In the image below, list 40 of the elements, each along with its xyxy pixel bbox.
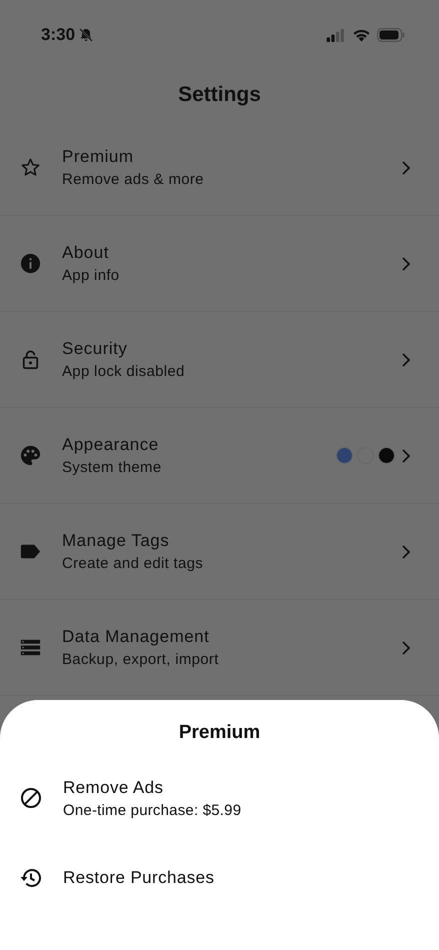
wifi-icon <box>352 28 371 42</box>
chevron-right-icon <box>401 544 411 560</box>
row-subtitle: Remove ads & more <box>62 171 205 188</box>
row-title: Data Management <box>62 627 210 647</box>
row-title: Manage Tags <box>62 531 170 551</box>
row-subtitle: Backup, export, import <box>62 651 220 668</box>
row-subtitle: System theme <box>62 459 162 476</box>
chevron-right-icon <box>401 160 411 176</box>
palette-icon <box>19 444 42 467</box>
bell-slash-icon <box>78 27 94 43</box>
battery-icon <box>377 28 405 42</box>
settings-row[interactable]: Appearance System theme <box>0 408 439 504</box>
settings-row[interactable]: Premium Remove ads & more <box>0 120 439 216</box>
chevron-right-icon <box>401 256 411 272</box>
row-title: Appearance <box>62 435 160 455</box>
option-subtitle: One-time purchase: $5.99 <box>63 802 242 818</box>
signal-icon <box>326 28 346 42</box>
settings-row[interactable]: Data Management Backup, export, import <box>0 600 439 696</box>
row-title: About <box>62 243 110 263</box>
status-time: 3:30 <box>41 25 76 45</box>
row-subtitle: App lock disabled <box>62 363 186 380</box>
info-icon <box>19 252 42 275</box>
sheet-option[interactable]: Restore Purchases <box>0 838 439 918</box>
prohibited-icon <box>19 786 43 810</box>
option-title: Restore Purchases <box>63 868 216 888</box>
settings-row[interactable]: Manage Tags Create and edit tags <box>0 504 439 600</box>
sheet-option[interactable]: Remove Ads One-time purchase: $5.99 <box>0 758 439 838</box>
history-icon <box>19 866 43 890</box>
row-title: Security <box>62 339 128 359</box>
settings-row[interactable]: About App info <box>0 216 439 312</box>
chevron-right-icon <box>401 448 411 464</box>
chevron-right-icon <box>401 640 411 656</box>
row-subtitle: App info <box>62 267 120 284</box>
row-subtitle: Create and edit tags <box>62 555 204 572</box>
chevron-right-icon <box>401 352 411 368</box>
settings-row[interactable]: Security App lock disabled <box>0 312 439 408</box>
option-title: Remove Ads <box>63 778 164 798</box>
row-title: Premium <box>62 147 135 167</box>
sheet-title: Premium <box>178 721 262 745</box>
page-title: Settings <box>177 82 262 108</box>
